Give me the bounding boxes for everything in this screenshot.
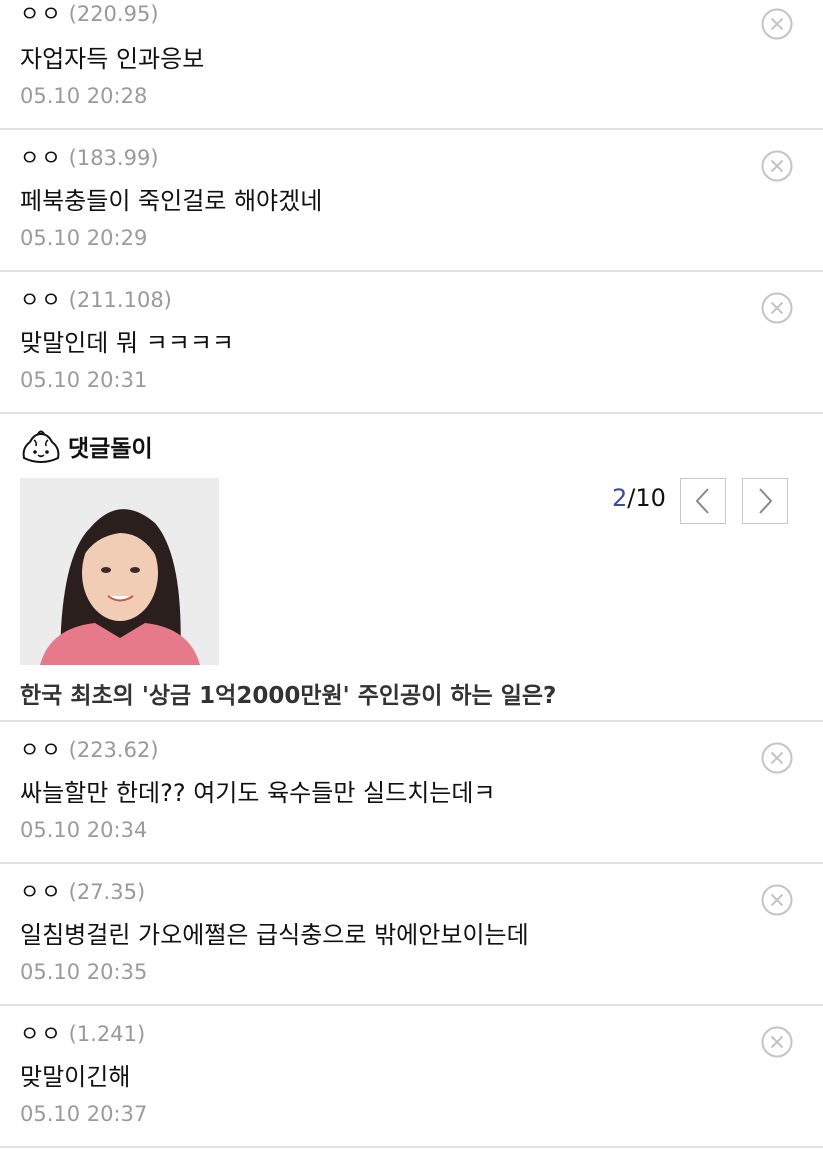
comment-bot-section: 댓글돌이 2/10 한국 최초의 '상금 1억2000만원' 주인공이 하는 일… <box>0 414 823 722</box>
comment-nickname[interactable]: ㅇㅇ <box>20 2 63 26</box>
page-current: 2 <box>612 484 628 512</box>
comment-header: ㅇㅇ (223.62) <box>20 738 159 762</box>
comment-item: ㅇㅇ (27.35) 일침병걸린 가오에쩔은 급식충으로 밖에안보이는데 05.1… <box>0 864 823 1006</box>
comment-ip: (220.95) <box>68 2 159 26</box>
chevron-left-icon <box>695 488 709 514</box>
article-headline-link[interactable]: 한국 최초의 '상금 1억2000만원' 주인공이 하는 일은? <box>20 676 556 710</box>
comment-header: ㅇㅇ (220.95) <box>20 2 159 26</box>
delete-comment-icon[interactable] <box>761 742 793 774</box>
comment-ip: (183.99) <box>68 146 159 170</box>
comment-item: ㅇㅇ (223.62) 싸늘할만 한데?? 여기도 육수들만 실드치는데ㅋ 05.… <box>0 722 823 864</box>
comment-nickname[interactable]: ㅇㅇ <box>20 880 63 904</box>
page-indicator: 2/10 <box>612 484 666 512</box>
comment-header: ㅇㅇ (183.99) <box>20 146 159 170</box>
chevron-right-icon <box>759 488 773 514</box>
comment-time: 05.10 20:31 <box>20 368 148 392</box>
comment-nickname[interactable]: ㅇㅇ <box>20 146 63 170</box>
comment-time: 05.10 20:37 <box>20 1102 148 1126</box>
dumpling-mascot-icon <box>22 430 60 464</box>
comment-item: ㅇㅇ (183.99) 페북충들이 죽인걸로 해야겠네 05.10 20:29 <box>0 130 823 272</box>
article-thumbnail[interactable] <box>20 478 219 665</box>
comment-nickname[interactable]: ㅇㅇ <box>20 288 63 312</box>
comment-bot-title: 댓글돌이 <box>68 436 153 462</box>
comment-nickname[interactable]: ㅇㅇ <box>20 1022 63 1046</box>
comment-time: 05.10 20:28 <box>20 84 148 108</box>
comment-header: ㅇㅇ (27.35) <box>20 880 145 904</box>
next-button[interactable] <box>742 478 788 524</box>
delete-comment-icon[interactable] <box>761 884 793 916</box>
comment-item: ㅇㅇ (211.108) 맞말인데 뭐 ㅋㅋㅋㅋ 05.10 20:31 <box>0 272 823 414</box>
comment-item: ㅇㅇ (1.241) 맞말이긴해 05.10 20:37 <box>0 1006 823 1148</box>
delete-comment-icon[interactable] <box>761 1026 793 1058</box>
comment-ip: (27.35) <box>68 880 146 904</box>
comment-header: ㅇㅇ (211.108) <box>20 288 172 312</box>
comment-nickname[interactable]: ㅇㅇ <box>20 738 63 762</box>
comment-text: 맞말이긴해 <box>20 1063 131 1091</box>
comment-time: 05.10 20:29 <box>20 226 148 250</box>
comment-time: 05.10 20:34 <box>20 818 148 842</box>
comment-text: 일침병걸린 가오에쩔은 급식충으로 밖에안보이는데 <box>20 921 529 949</box>
delete-comment-icon[interactable] <box>761 8 793 40</box>
page-total: /10 <box>627 484 666 512</box>
comment-text: 싸늘할만 한데?? 여기도 육수들만 실드치는데ㅋ <box>20 779 496 807</box>
delete-comment-icon[interactable] <box>761 150 793 182</box>
delete-comment-icon[interactable] <box>761 292 793 324</box>
comment-text: 자업자득 인과응보 <box>20 45 205 73</box>
comment-bot-header: 댓글돌이 <box>20 428 153 464</box>
comment-ip: (1.241) <box>68 1022 146 1046</box>
comment-text: 맞말인데 뭐 ㅋㅋㅋㅋ <box>20 329 234 357</box>
comment-time: 05.10 20:35 <box>20 960 148 984</box>
comment-ip: (211.108) <box>68 288 172 312</box>
prev-button[interactable] <box>680 478 726 524</box>
comment-text: 페북충들이 죽인걸로 해야겠네 <box>20 187 323 215</box>
comment-ip: (223.62) <box>68 738 159 762</box>
comment-header: ㅇㅇ (1.241) <box>20 1022 145 1046</box>
comment-item: ㅇㅇ (220.95) 자업자득 인과응보 05.10 20:28 <box>0 0 823 130</box>
